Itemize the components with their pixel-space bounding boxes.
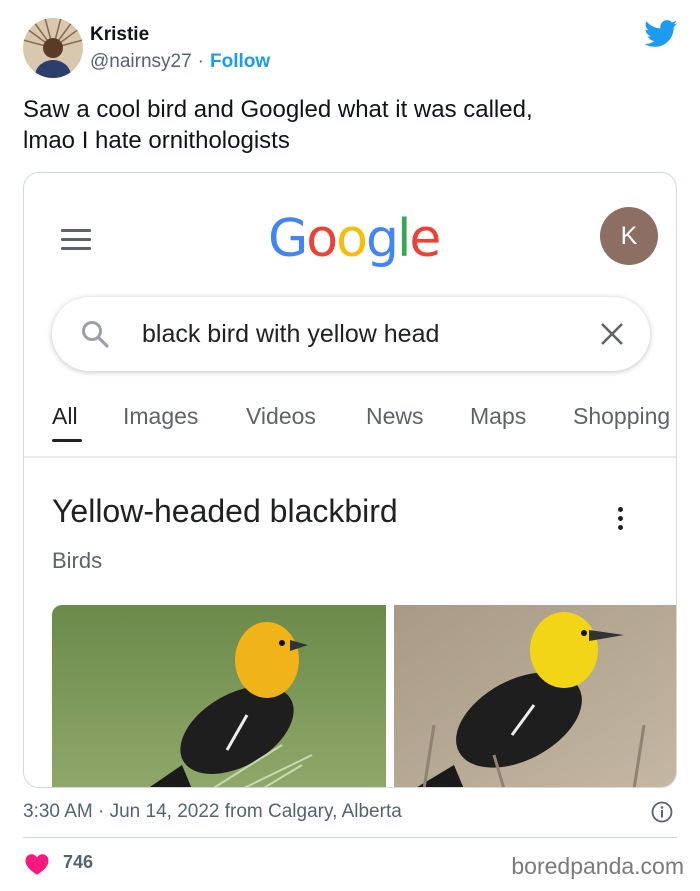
tweet-text-line-2: lmao I hate ornithologists	[23, 127, 290, 154]
logo-letter: g	[365, 209, 399, 269]
tab-all[interactable]: All	[52, 403, 78, 430]
search-tabs: All Images Videos News Maps Shopping	[24, 395, 676, 457]
tweet-text-line-1: Saw a cool bird and Googled what it was …	[23, 96, 533, 123]
twitter-bird-icon[interactable]	[644, 20, 678, 48]
search-query[interactable]: black bird with yellow head	[142, 320, 439, 349]
author-handle-line: @nairnsy27 · Follow	[90, 51, 270, 73]
tweet-text: Saw a cool bird and Googled what it was …	[23, 94, 673, 156]
like-count[interactable]: 746	[63, 852, 93, 873]
tab-maps[interactable]: Maps	[470, 403, 526, 430]
tweet-card: Kristie @nairnsy27 · Follow Saw a cool bir…	[0, 0, 700, 891]
account-avatar[interactable]: K	[600, 207, 658, 265]
more-vert-icon[interactable]	[618, 507, 626, 535]
result-title[interactable]: Yellow-headed blackbird	[52, 493, 398, 530]
bird-photo-1[interactable]	[52, 605, 386, 787]
logo-letter: o	[336, 209, 368, 269]
footer-divider	[23, 837, 677, 838]
tweet-timestamp[interactable]: 3:30 AM · Jun 14, 2022 from Calgary, Alb…	[23, 801, 402, 823]
logo-letter: o	[306, 209, 338, 269]
separator-dot: ·	[197, 51, 204, 72]
author-handle[interactable]: @nairnsy27	[90, 51, 192, 72]
tab-videos[interactable]: Videos	[246, 403, 316, 430]
tweet-media-screenshot[interactable]: Google K black bird with yellow head All…	[23, 172, 677, 788]
search-bar[interactable]: black bird with yellow head	[52, 297, 650, 371]
heart-icon[interactable]	[24, 852, 50, 875]
info-icon[interactable]	[651, 801, 673, 823]
active-tab-indicator	[52, 439, 82, 442]
author-avatar[interactable]	[23, 18, 83, 78]
result-subtitle: Birds	[52, 548, 103, 573]
logo-letter: l	[396, 209, 412, 269]
author-name[interactable]: Kristie	[90, 24, 149, 46]
tab-shopping[interactable]: Shopping	[573, 403, 670, 430]
watermark: boredpanda.com	[511, 853, 684, 879]
bird-photo-2[interactable]	[394, 605, 676, 787]
search-icon[interactable]	[80, 319, 110, 349]
logo-letter: G	[268, 209, 308, 269]
clear-icon[interactable]	[600, 322, 624, 346]
follow-button[interactable]: Follow	[210, 51, 270, 72]
tab-news[interactable]: News	[366, 403, 424, 430]
logo-letter: e	[409, 209, 441, 269]
menu-icon[interactable]	[61, 229, 91, 251]
tab-images[interactable]: Images	[123, 403, 198, 430]
tabs-divider	[24, 456, 676, 458]
google-logo: Google	[268, 209, 441, 269]
